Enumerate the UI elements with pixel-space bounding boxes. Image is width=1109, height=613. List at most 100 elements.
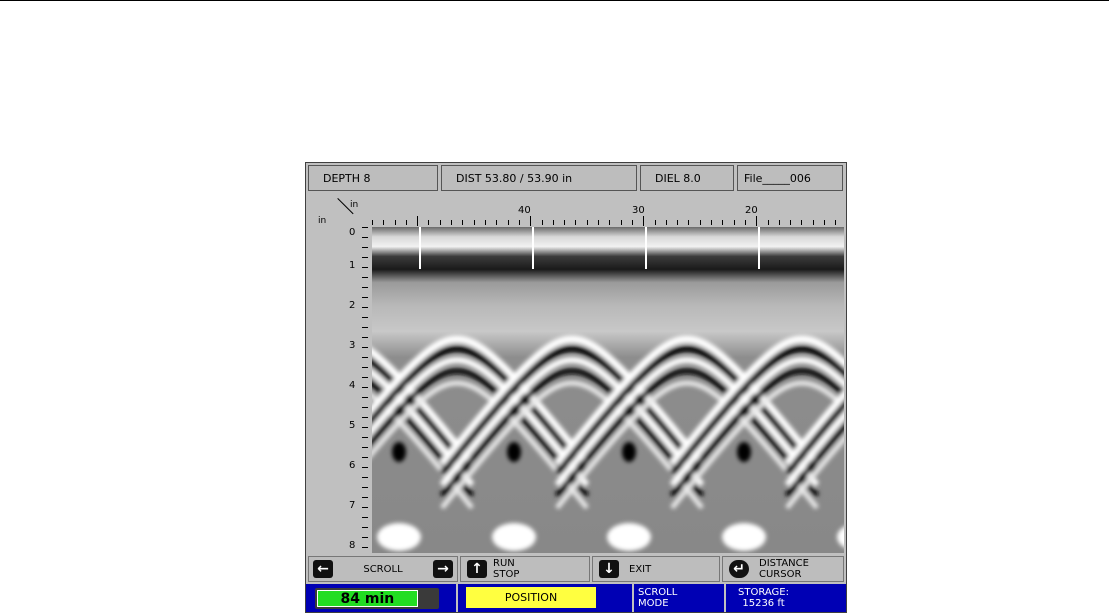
x-ruler-tick	[756, 216, 757, 226]
y-ruler-tick	[362, 367, 368, 368]
y-ruler-tick	[362, 457, 368, 458]
x-ruler-tick	[383, 220, 384, 225]
x-ruler-tick	[587, 220, 588, 225]
enter-icon: ↵	[729, 560, 749, 578]
x-ruler-tick	[406, 220, 407, 225]
y-ruler-tick	[362, 417, 368, 418]
x-ruler-tick	[824, 220, 825, 225]
y-ruler-tick	[362, 267, 368, 268]
y-ruler-tick	[362, 407, 368, 408]
x-ruler-tick	[768, 220, 769, 225]
y-ruler-tick	[362, 257, 368, 258]
x-ruler-tick	[462, 220, 463, 225]
y-tick-label: 8	[349, 540, 356, 551]
arrow-left-icon[interactable]: ←	[313, 560, 333, 578]
y-ruler-tick	[362, 297, 368, 298]
y-ruler-tick	[362, 447, 368, 448]
x-ruler-tick	[801, 220, 802, 225]
y-tick-label: 2	[349, 300, 356, 311]
x-ruler-tick	[813, 220, 814, 225]
x-ruler-tick	[621, 220, 622, 225]
y-ruler-tick	[362, 487, 368, 488]
x-tick-label: 20	[745, 205, 758, 216]
y-tick-label: 1	[349, 260, 356, 271]
exit-button[interactable]: ↓ EXIT	[592, 556, 720, 582]
storage-line2: 15236 ft	[742, 598, 785, 609]
reflection-blob	[392, 442, 406, 462]
y-tick-label: 0	[349, 227, 356, 238]
reflection-blob	[377, 523, 421, 551]
scroll-button[interactable]: ← SCROLL →	[308, 556, 458, 582]
function-key-row: ← SCROLL → ↑ RUN STOP ↓ EXIT ↵ DISTANCE …	[308, 556, 844, 582]
y-ruler-tick	[362, 377, 368, 378]
arrow-up-icon: ↑	[467, 560, 487, 578]
arrow-down-icon: ↓	[599, 560, 619, 578]
cursor-label: CURSOR	[759, 569, 802, 580]
y-ruler-tick	[362, 317, 368, 318]
y-ruler-tick	[362, 277, 368, 278]
y-ruler-tick	[362, 337, 368, 338]
y-ruler-tick	[362, 427, 368, 428]
storage-status: STORAGE: 15236 ft	[738, 587, 789, 609]
y-ruler-tick	[362, 357, 368, 358]
dielectric-readout: DIEL 8.0	[640, 165, 734, 191]
exit-label: EXIT	[629, 563, 652, 575]
gpr-display-panel: DEPTH 8 DIST 53.80 / 53.90 in DIEL 8.0 F…	[305, 162, 847, 613]
y-ruler-tick	[362, 467, 368, 468]
x-ruler-tick	[655, 220, 656, 225]
battery-indicator: 84 min	[315, 588, 439, 609]
y-ruler-tick	[362, 497, 368, 498]
x-ruler-tick	[700, 220, 701, 225]
y-ruler-tick	[362, 477, 368, 478]
radar-scan-image	[372, 227, 844, 553]
y-ruler-tick	[362, 537, 368, 538]
battery-time: 84 min	[340, 590, 395, 607]
x-unit-label: in	[350, 200, 359, 210]
run-stop-button[interactable]: ↑ RUN STOP	[460, 556, 590, 582]
y-tick-label: 4	[349, 380, 356, 391]
reflection-blob	[492, 523, 536, 551]
x-ruler-tick	[677, 220, 678, 225]
top-rule	[0, 0, 1109, 1]
x-ruler-tick	[779, 220, 780, 225]
position-mode-indicator[interactable]: POSITION	[466, 587, 596, 608]
arrow-right-icon[interactable]: →	[432, 560, 453, 578]
scroll-mode-line1: SCROLL	[638, 587, 678, 598]
x-ruler-tick	[666, 220, 667, 225]
reflection-blob	[607, 523, 651, 551]
y-tick-label: 6	[349, 460, 356, 471]
x-ruler-tick	[530, 216, 531, 226]
y-ruler-tick	[362, 327, 368, 328]
y-ruler-tick	[362, 307, 368, 308]
storage-line1: STORAGE:	[738, 587, 789, 598]
y-ruler-tick	[362, 547, 368, 548]
x-ruler-tick	[598, 220, 599, 225]
scroll-mode-line2: MODE	[638, 598, 669, 609]
x-ruler-tick	[440, 220, 441, 225]
x-ruler-tick	[711, 220, 712, 225]
reflection-blob	[722, 523, 766, 551]
y-ruler-tick	[362, 227, 368, 228]
x-ruler-tick	[485, 220, 486, 225]
status-divider	[632, 584, 634, 612]
x-ruler-tick	[451, 220, 452, 225]
x-ruler-tick	[564, 220, 565, 225]
x-ruler-tick	[474, 220, 475, 225]
y-ruler-tick	[362, 517, 368, 518]
x-ruler-tick	[790, 220, 791, 225]
y-tick-label: 5	[349, 420, 356, 431]
y-tick-label: 7	[349, 500, 356, 511]
y-ruler-tick	[362, 527, 368, 528]
file-readout: File_____006	[737, 165, 843, 191]
y-ruler-tick	[362, 397, 368, 398]
distance-cursor-button[interactable]: ↵ DISTANCE CURSOR	[722, 556, 844, 582]
x-ruler-tick	[688, 220, 689, 225]
x-ruler-tick	[609, 220, 610, 225]
y-ruler-tick	[362, 287, 368, 288]
status-divider	[456, 584, 458, 612]
x-ruler-tick	[575, 220, 576, 225]
y-ruler-tick	[362, 437, 368, 438]
x-ruler-tick	[519, 220, 520, 225]
y-ruler-tick	[362, 237, 368, 238]
header-bar: DEPTH 8 DIST 53.80 / 53.90 in DIEL 8.0 F…	[308, 165, 843, 191]
